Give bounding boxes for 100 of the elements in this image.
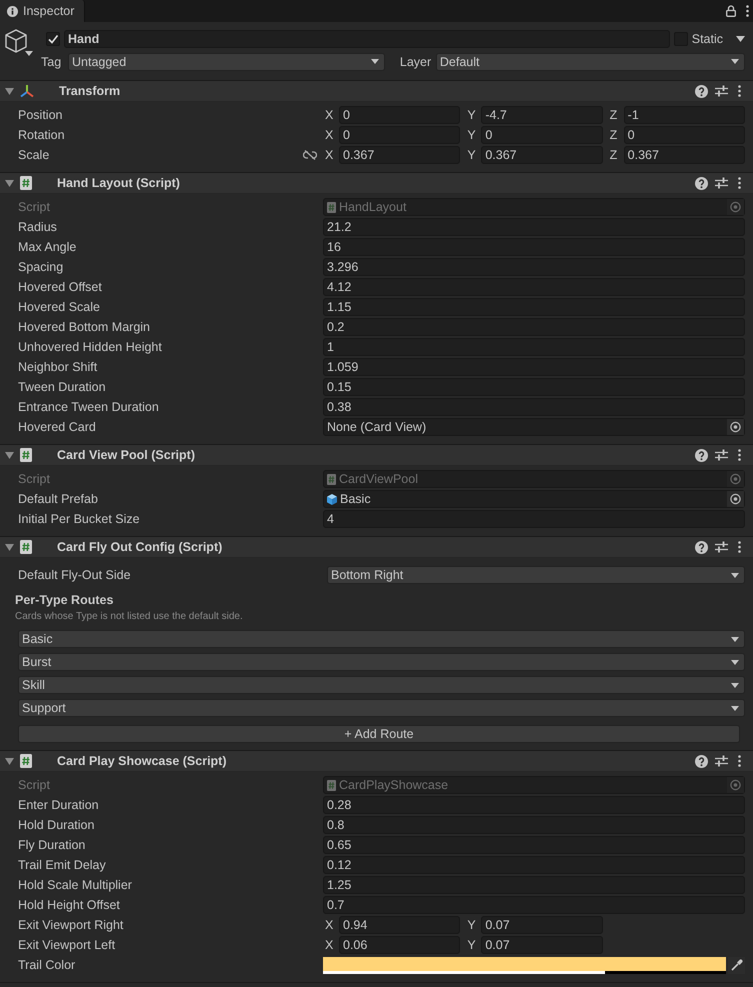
inspector-tab[interactable]: Inspector	[0, 0, 85, 22]
static-label: Static	[692, 32, 723, 46]
number-field[interactable]: 0.28	[323, 796, 745, 814]
axis-label: Y	[466, 918, 477, 932]
number-field[interactable]: 0.94	[339, 916, 460, 934]
script-icon	[20, 176, 32, 190]
hint-text: Cards whose Type is not listed use the default side.	[15, 610, 244, 624]
target-icon[interactable]	[727, 491, 744, 507]
axis-label: Y	[466, 128, 477, 142]
number-field[interactable]: 4	[323, 510, 745, 528]
sliders-icon[interactable]	[715, 541, 728, 553]
help-icon[interactable]	[695, 448, 708, 462]
cube-icon[interactable]	[5, 29, 27, 53]
number-field[interactable]: 0.367	[481, 146, 603, 164]
route-dropdown[interactable]: Skill	[18, 676, 745, 694]
component-title: Transform	[59, 84, 122, 98]
number-field[interactable]: 0.07	[481, 936, 603, 954]
sliders-icon[interactable]	[715, 449, 728, 461]
active-checkbox[interactable]	[46, 32, 60, 46]
field-label: Tween Duration	[18, 380, 106, 394]
number-field[interactable]: 0.06	[339, 936, 460, 954]
number-field[interactable]: 0.367	[624, 146, 745, 164]
sliders-icon[interactable]	[715, 177, 728, 189]
target-icon[interactable]	[727, 419, 744, 435]
number-field[interactable]: 0	[339, 106, 460, 124]
help-icon[interactable]	[695, 176, 708, 190]
number-field[interactable]: -4.7	[481, 106, 603, 124]
section-heading: Per-Type Routes	[15, 593, 114, 608]
number-field[interactable]: 0	[481, 126, 603, 144]
number-field[interactable]: 0.8	[323, 816, 745, 834]
number-field[interactable]: 21.2	[323, 218, 745, 236]
number-field[interactable]: -1	[624, 106, 745, 124]
layer-dropdown[interactable]: Default	[436, 52, 745, 70]
route-dropdown[interactable]: Basic	[18, 630, 745, 648]
number-field[interactable]: 0.38	[323, 398, 745, 416]
number-field[interactable]: 0.15	[323, 378, 745, 396]
more-icon[interactable]	[746, 5, 749, 17]
name-field[interactable]: Hand	[64, 30, 670, 48]
lock-icon[interactable]	[726, 5, 736, 17]
axis-label: Y	[466, 148, 477, 162]
number-field[interactable]: 0.2	[323, 318, 745, 336]
add-route-button[interactable]: + Add Route	[18, 725, 740, 743]
number-field[interactable]: 0.07	[481, 916, 603, 934]
field-label: Script	[18, 472, 50, 486]
object-field[interactable]: Basic	[323, 490, 745, 508]
caret-icon[interactable]	[25, 51, 33, 56]
number-field[interactable]: 3.296	[323, 258, 745, 276]
route-dropdown[interactable]: Support	[18, 699, 745, 717]
field-label: Script	[18, 778, 50, 792]
more-icon[interactable]	[738, 449, 741, 461]
number-field[interactable]: 0.12	[323, 856, 745, 874]
side-dropdown[interactable]: Bottom Right	[327, 566, 745, 584]
number-field[interactable]: 1.059	[323, 358, 745, 376]
caret-icon	[731, 682, 739, 688]
unlink-icon[interactable]	[303, 150, 317, 160]
more-icon[interactable]	[738, 541, 741, 553]
field-label: Hovered Card	[18, 420, 96, 434]
foldout-icon[interactable]	[5, 452, 14, 458]
sliders-icon[interactable]	[715, 755, 728, 767]
field-label: Entrance Tween Duration	[18, 400, 159, 414]
component-header[interactable]: Hand Layout (Script)	[0, 173, 753, 194]
color-swatch[interactable]	[323, 956, 726, 970]
help-icon[interactable]	[695, 84, 708, 98]
more-icon[interactable]	[738, 755, 741, 767]
number-field[interactable]: 1	[323, 338, 745, 356]
help-icon[interactable]	[695, 540, 708, 554]
caret-icon	[731, 59, 739, 64]
axis-label: Y	[466, 938, 477, 952]
component-title: Card Play Showcase (Script)	[57, 754, 228, 768]
caret-icon[interactable]	[736, 36, 745, 42]
number-field[interactable]: 1.25	[323, 876, 745, 894]
sliders-icon[interactable]	[715, 85, 728, 97]
foldout-icon[interactable]	[5, 758, 14, 764]
component-header[interactable]: Card View Pool (Script)	[0, 445, 753, 466]
number-field[interactable]: 0.367	[339, 146, 460, 164]
foldout-icon[interactable]	[5, 88, 14, 94]
info-icon	[7, 6, 18, 16]
number-field[interactable]: 1.15	[323, 298, 745, 316]
component-header[interactable]: Transform	[0, 81, 753, 102]
axis-label: X	[324, 148, 334, 162]
component-header[interactable]: Card Fly Out Config (Script)	[0, 537, 753, 558]
axis-label: X	[324, 938, 334, 952]
number-field[interactable]: 0	[624, 126, 745, 144]
number-field[interactable]: 0	[339, 126, 460, 144]
help-icon[interactable]	[695, 754, 708, 768]
foldout-icon[interactable]	[5, 544, 14, 550]
tag-dropdown[interactable]: Untagged	[68, 52, 385, 70]
number-field[interactable]: 16	[323, 238, 745, 256]
object-field[interactable]: None (Card View)	[323, 418, 745, 436]
script-icon	[20, 448, 32, 462]
component-header[interactable]: Card Play Showcase (Script)	[0, 751, 753, 772]
field-label: Hold Height Offset	[18, 898, 120, 912]
number-field[interactable]: 0.65	[323, 836, 745, 854]
number-field[interactable]: 0.7	[323, 896, 745, 914]
foldout-icon[interactable]	[5, 180, 14, 186]
more-icon[interactable]	[738, 85, 741, 97]
field-label: Hovered Scale	[18, 300, 100, 314]
route-dropdown[interactable]: Burst	[18, 653, 745, 671]
number-field[interactable]: 4.12	[323, 278, 745, 296]
more-icon[interactable]	[738, 177, 741, 189]
